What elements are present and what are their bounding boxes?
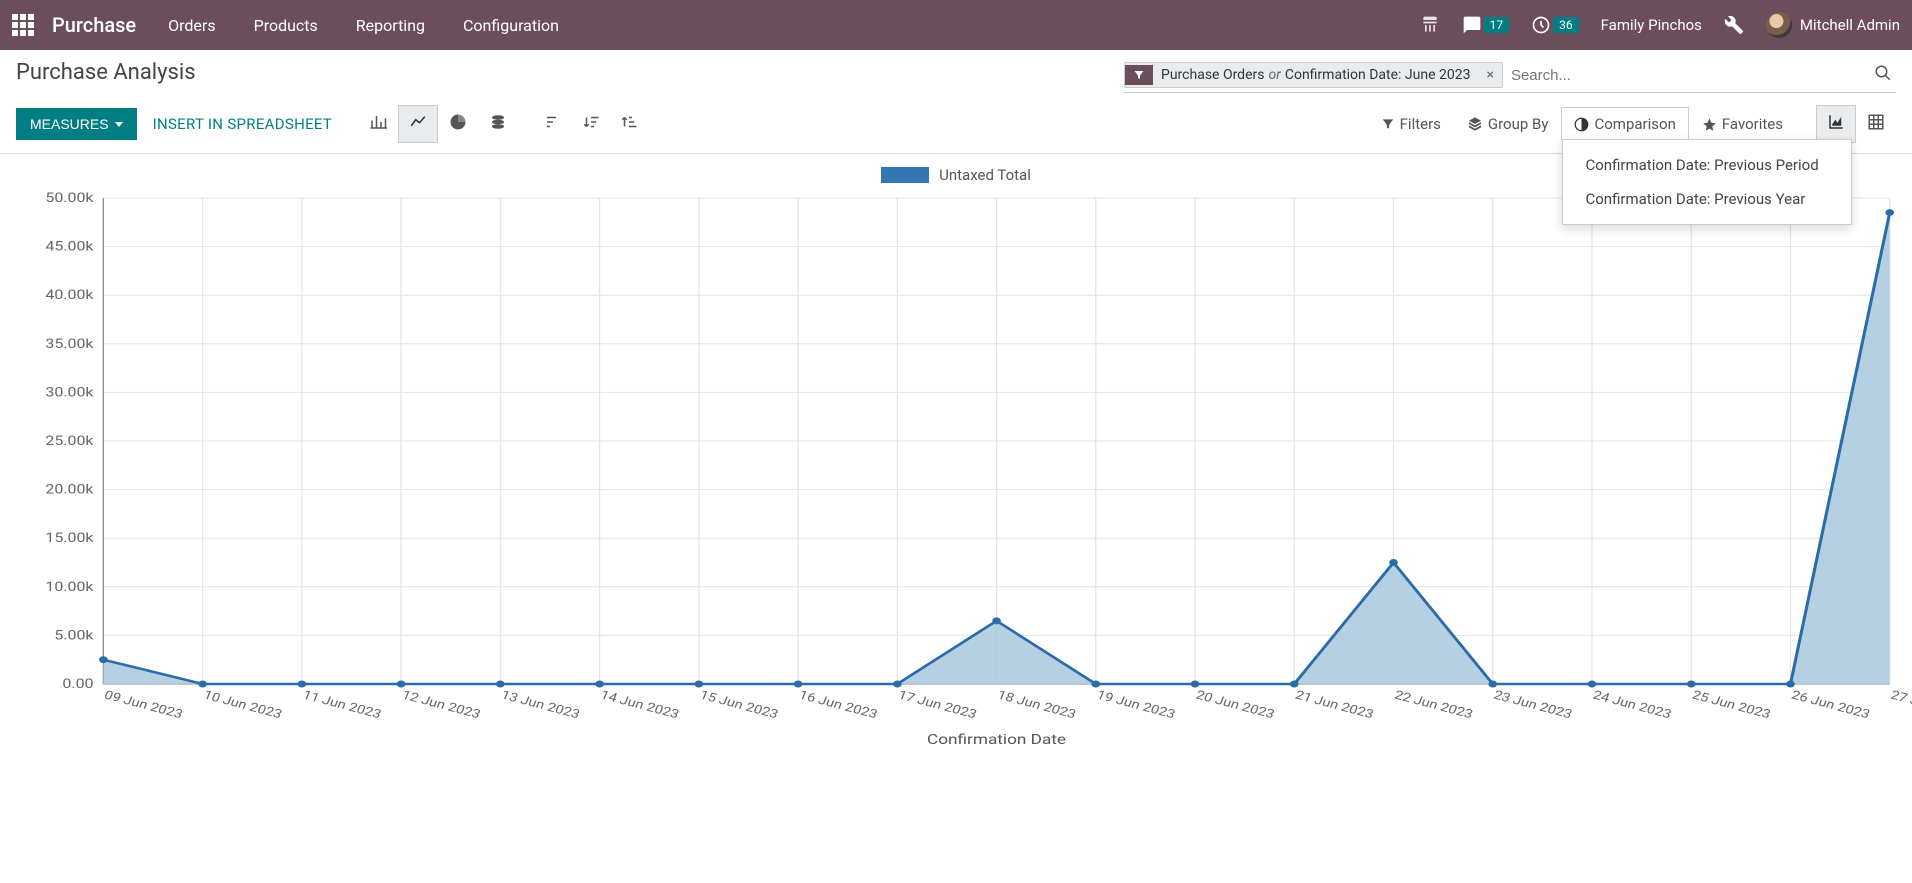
search-facet: Purchase OrdersorConfirmation Date: June…	[1124, 62, 1503, 88]
svg-text:27 Jun 2023: 27 Jun 2023	[1888, 689, 1912, 722]
comparison-button[interactable]: Comparison Confirmation Date: Previous P…	[1561, 107, 1688, 141]
insert-spreadsheet-link[interactable]: INSERT IN SPREADSHEET	[153, 115, 333, 133]
apps-icon[interactable]	[12, 14, 34, 36]
avatar	[1766, 12, 1792, 38]
nav-products[interactable]: Products	[254, 16, 318, 35]
svg-text:20 Jun 2023: 20 Jun 2023	[1194, 689, 1277, 722]
sort-amount-icon[interactable]	[610, 106, 648, 142]
svg-text:16 Jun 2023: 16 Jun 2023	[797, 689, 880, 722]
nav-orders[interactable]: Orders	[168, 16, 215, 35]
sort-asc-icon[interactable]	[534, 106, 572, 142]
topbar: Purchase Orders Products Reporting Confi…	[0, 0, 1912, 50]
svg-text:24 Jun 2023: 24 Jun 2023	[1591, 689, 1674, 722]
user-menu[interactable]: Mitchell Admin	[1766, 12, 1900, 38]
line-chart-icon[interactable]	[398, 105, 438, 143]
svg-text:13 Jun 2023: 13 Jun 2023	[499, 689, 582, 722]
svg-text:10.00k: 10.00k	[45, 578, 94, 594]
page-title: Purchase Analysis	[16, 60, 196, 85]
svg-text:Confirmation Date: Confirmation Date	[927, 731, 1066, 748]
svg-text:21 Jun 2023: 21 Jun 2023	[1293, 689, 1376, 722]
debug-icon[interactable]	[1724, 15, 1744, 35]
svg-text:22 Jun 2023: 22 Jun 2023	[1392, 689, 1475, 722]
facet-remove[interactable]: ×	[1478, 63, 1501, 87]
search-icon[interactable]	[1870, 60, 1896, 90]
svg-text:14 Jun 2023: 14 Jun 2023	[598, 689, 681, 722]
svg-text:10 Jun 2023: 10 Jun 2023	[201, 689, 284, 722]
svg-text:17 Jun 2023: 17 Jun 2023	[896, 689, 979, 722]
svg-text:19 Jun 2023: 19 Jun 2023	[1094, 689, 1177, 722]
nav-configuration[interactable]: Configuration	[463, 16, 559, 35]
activity-icon[interactable]: 36	[1531, 15, 1579, 35]
svg-text:45.00k: 45.00k	[45, 238, 94, 254]
svg-text:25.00k: 25.00k	[45, 433, 94, 449]
svg-text:50.00k: 50.00k	[45, 190, 94, 206]
search-input[interactable]	[1503, 63, 1870, 88]
nav-reporting[interactable]: Reporting	[356, 16, 425, 35]
filters-button[interactable]: Filters	[1368, 107, 1454, 141]
search-bar[interactable]: Purchase OrdersorConfirmation Date: June…	[1124, 60, 1896, 93]
user-name: Mitchell Admin	[1800, 16, 1900, 34]
facet-text: Purchase OrdersorConfirmation Date: June…	[1153, 63, 1478, 87]
comparison-prev-year[interactable]: Confirmation Date: Previous Year	[1563, 182, 1851, 216]
comparison-dropdown: Confirmation Date: Previous Period Confi…	[1562, 139, 1852, 225]
svg-text:5.00k: 5.00k	[54, 627, 94, 643]
favorites-button[interactable]: Favorites	[1689, 107, 1796, 141]
activity-badge: 36	[1553, 17, 1579, 33]
messages-icon[interactable]: 17	[1462, 15, 1510, 35]
pie-chart-icon[interactable]	[438, 105, 478, 143]
filter-icon	[1125, 65, 1153, 85]
phone-icon[interactable]	[1420, 15, 1440, 35]
measures-button[interactable]: MEASURES	[16, 108, 137, 140]
svg-text:18 Jun 2023: 18 Jun 2023	[995, 689, 1078, 722]
company-selector[interactable]: Family Pinchos	[1601, 16, 1702, 34]
subheader: Purchase Analysis Purchase OrdersorConfi…	[0, 50, 1912, 99]
graph-view-icon[interactable]	[1816, 105, 1856, 143]
pivot-view-icon[interactable]	[1856, 105, 1896, 143]
svg-text:30.00k: 30.00k	[45, 384, 94, 400]
legend-label: Untaxed Total	[939, 166, 1031, 184]
svg-text:12 Jun 2023: 12 Jun 2023	[400, 689, 483, 722]
chart-canvas: 0.00 5.00k 10.00k 15.00k 20.00k 25.00k 30.00k 3…	[10, 190, 1902, 750]
messages-badge: 17	[1484, 17, 1510, 33]
comparison-prev-period[interactable]: Confirmation Date: Previous Period	[1563, 148, 1851, 182]
legend-swatch	[881, 167, 929, 183]
chart-area: Untaxed Total 0.00 5.00k 10.00k 15.00k 20.00…	[0, 154, 1912, 762]
svg-text:15 Jun 2023: 15 Jun 2023	[697, 689, 780, 722]
search-options: Filters Group By Comparison Confirmation…	[1368, 105, 1896, 143]
bar-chart-icon[interactable]	[358, 105, 398, 143]
svg-text:11 Jun 2023: 11 Jun 2023	[300, 689, 383, 722]
svg-text:40.00k: 40.00k	[45, 287, 94, 303]
svg-text:35.00k: 35.00k	[45, 335, 94, 351]
svg-text:26 Jun 2023: 26 Jun 2023	[1789, 689, 1872, 722]
svg-text:25 Jun 2023: 25 Jun 2023	[1690, 689, 1773, 722]
svg-text:15.00k: 15.00k	[45, 530, 94, 546]
svg-text:09 Jun 2023: 09 Jun 2023	[102, 689, 185, 722]
sort-desc-icon[interactable]	[572, 106, 610, 142]
chart-type-group	[358, 105, 518, 143]
groupby-button[interactable]: Group By	[1454, 107, 1562, 141]
stacked-icon[interactable]	[478, 105, 518, 143]
app-name[interactable]: Purchase	[52, 13, 136, 37]
toolbar: MEASURES INSERT IN SPREADSHEET Filters G…	[0, 99, 1912, 154]
svg-text:23 Jun 2023: 23 Jun 2023	[1491, 689, 1574, 722]
svg-text:0.00: 0.00	[62, 676, 93, 692]
svg-text:20.00k: 20.00k	[45, 481, 94, 497]
sort-group	[534, 106, 648, 142]
